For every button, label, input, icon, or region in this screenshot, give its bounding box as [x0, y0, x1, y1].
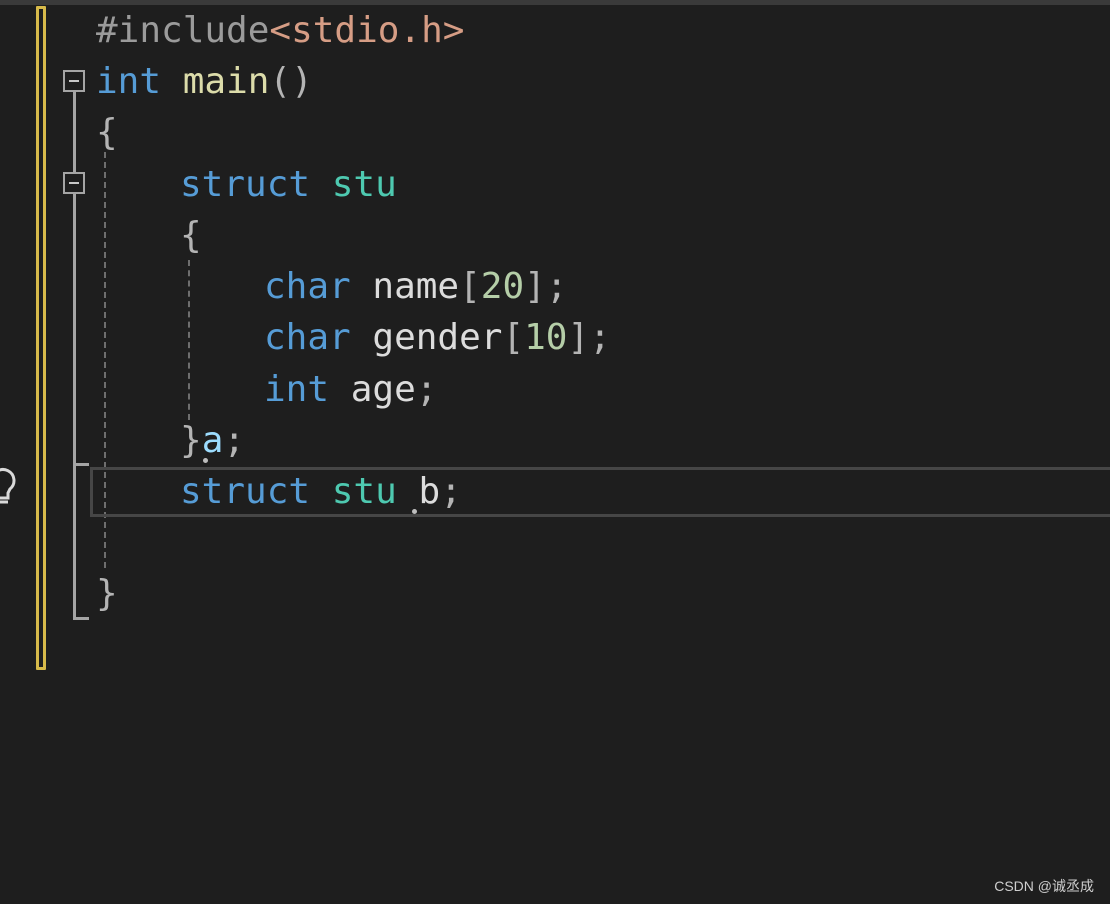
parens: (): [269, 61, 313, 102]
semicolon: ;: [415, 369, 438, 410]
variable-marker: [412, 509, 417, 514]
variable-marker: [203, 458, 208, 463]
bracket-open: [: [459, 266, 481, 307]
keyword: int: [264, 369, 330, 410]
code-line-5[interactable]: {: [180, 210, 202, 261]
code-line-1[interactable]: #include<stdio.h>: [96, 5, 464, 56]
collapse-icon[interactable]: [63, 172, 85, 194]
code-line-8[interactable]: int age;: [264, 364, 437, 415]
code-line-10[interactable]: struct stu b;: [180, 466, 462, 517]
keyword: struct: [180, 164, 311, 205]
indent-guide-struct: [188, 260, 190, 420]
array-size: 20: [480, 266, 525, 307]
include-header: <stdio.h>: [269, 10, 465, 51]
keyword: char: [264, 317, 351, 358]
brace: }: [180, 420, 202, 461]
variable-name: b: [418, 471, 441, 512]
code-line-3[interactable]: {: [96, 107, 118, 158]
code-line-6[interactable]: char name[20];: [264, 261, 568, 312]
struct-tag: stu: [331, 471, 397, 512]
keyword: struct: [180, 471, 311, 512]
member-name: name: [372, 266, 460, 307]
code-editor[interactable]: #include<stdio.h> int main() { struct st…: [0, 0, 1110, 904]
brace: }: [96, 573, 118, 614]
function-name: main: [182, 61, 270, 102]
bracket-open: [: [502, 317, 525, 358]
outline-end-struct: [73, 463, 89, 466]
code-line-4[interactable]: struct stu: [180, 159, 397, 210]
variable-name: a: [201, 420, 224, 461]
outline-end-main: [73, 617, 89, 620]
array-size: 10: [524, 317, 568, 358]
semicolon: ;: [440, 471, 462, 512]
lightbulb-icon[interactable]: [0, 466, 18, 516]
bracket-close: ];: [567, 317, 611, 358]
brace: {: [96, 112, 118, 153]
member-name: age: [350, 369, 416, 410]
watermark: CSDN @诚丞成: [994, 878, 1094, 894]
code-line-2[interactable]: int main(): [96, 56, 313, 107]
include-directive: #include: [96, 10, 270, 51]
semicolon: ;: [223, 420, 246, 461]
brace: {: [180, 215, 202, 256]
code-line-7[interactable]: char gender[10];: [264, 312, 611, 363]
bracket-close: ];: [524, 266, 568, 307]
keyword: char: [264, 266, 351, 307]
struct-tag: stu: [331, 164, 397, 205]
code-line-12[interactable]: }: [96, 568, 118, 619]
collapse-icon[interactable]: [63, 70, 85, 92]
keyword: int: [96, 61, 162, 102]
code-line-9[interactable]: }a;: [180, 415, 245, 466]
member-name: gender: [372, 317, 503, 358]
